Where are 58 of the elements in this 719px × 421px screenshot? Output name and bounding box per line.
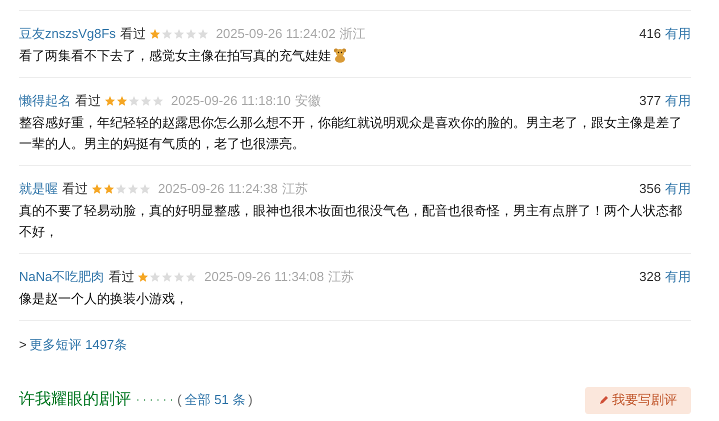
review-text: 像是赵一个人的换装小游戏， (19, 290, 189, 308)
star-icon (173, 271, 186, 283)
star-icon (116, 95, 128, 107)
more-arrow: > (19, 336, 27, 354)
star-icon (148, 28, 161, 40)
star-icon (128, 95, 140, 107)
star-icon (115, 183, 127, 195)
star-icon (127, 183, 139, 195)
star-icon (139, 183, 151, 195)
pencil-icon (599, 395, 609, 405)
star-icon (160, 28, 173, 40)
star-icon (152, 95, 164, 107)
star-icon (185, 271, 198, 283)
watched-status: 看过 (75, 92, 101, 110)
useful-link[interactable]: 有用 (665, 267, 691, 287)
username-link[interactable]: 就是喔 (19, 179, 58, 199)
star-icon (149, 271, 162, 283)
teddy-bear-icon (332, 47, 348, 63)
watched-status: 看过 (62, 180, 88, 198)
paren: ) (248, 391, 253, 410)
review-text: 看了两集看不下去了，感觉女主像在拍写真的充气娃娃 (19, 45, 691, 66)
vote-count: 356 (639, 180, 661, 198)
star-icon (91, 183, 103, 195)
section-title: 许我耀眼的剧评 (19, 390, 131, 410)
star-icon (161, 271, 174, 283)
all-reviews-link[interactable]: 全部 51 条 (184, 390, 246, 410)
review-text: 真的不要了轻易动脸，真的好明显整感，眼神也很木妆面也很没气色，配音也很奇怪，男主有点胖了！两个人状态都不好， (19, 202, 683, 241)
paren: ( (177, 391, 182, 410)
star-icon (172, 28, 185, 40)
review-location: 江苏 (282, 180, 308, 198)
star-icon (196, 28, 209, 40)
username-link[interactable]: NaNa不吃肥肉 (19, 267, 104, 287)
useful-link[interactable]: 有用 (665, 91, 691, 111)
vote-count: 377 (639, 92, 661, 110)
username-link[interactable]: 懒得起名 (19, 91, 71, 111)
review-time: 2025-09-26 11:18:10 (171, 92, 291, 110)
star-icon (184, 28, 197, 40)
vote-count: 416 (639, 25, 661, 44)
useful-link[interactable]: 有用 (665, 24, 691, 44)
star-icon (103, 183, 115, 195)
more-reviews-link[interactable]: 更多短评 1497条 (30, 335, 128, 354)
review-location: 安徽 (294, 92, 321, 110)
star-icon (137, 271, 150, 283)
watched-status: 看过 (120, 25, 146, 44)
star-icon (140, 95, 152, 107)
username-link[interactable]: 豆友znszsVg8Fs (19, 24, 116, 44)
review-location: 江苏 (328, 268, 354, 286)
useful-link[interactable]: 有用 (665, 179, 691, 199)
watched-status: 看过 (108, 268, 134, 286)
star-icon (104, 95, 116, 107)
review-location: 浙江 (340, 25, 366, 44)
review-time: 2025-09-26 11:24:38 (158, 180, 278, 198)
review-text: 整容感好重，年纪轻轻的赵露思你怎么那么想不开，你能红就说明观众是喜欢你的脸的。男主老了，跟女主像是差了一辈的人。男主的妈挺有气质的，老了也很漂亮。 (19, 114, 683, 153)
write-review-button[interactable]: 我要写剧评 (585, 386, 691, 414)
vote-count: 328 (639, 268, 661, 286)
title-dots: · · · · · · (136, 392, 174, 408)
review-time: 2025-09-26 11:24:02 (216, 25, 336, 44)
review-time: 2025-09-26 11:34:08 (204, 268, 324, 286)
